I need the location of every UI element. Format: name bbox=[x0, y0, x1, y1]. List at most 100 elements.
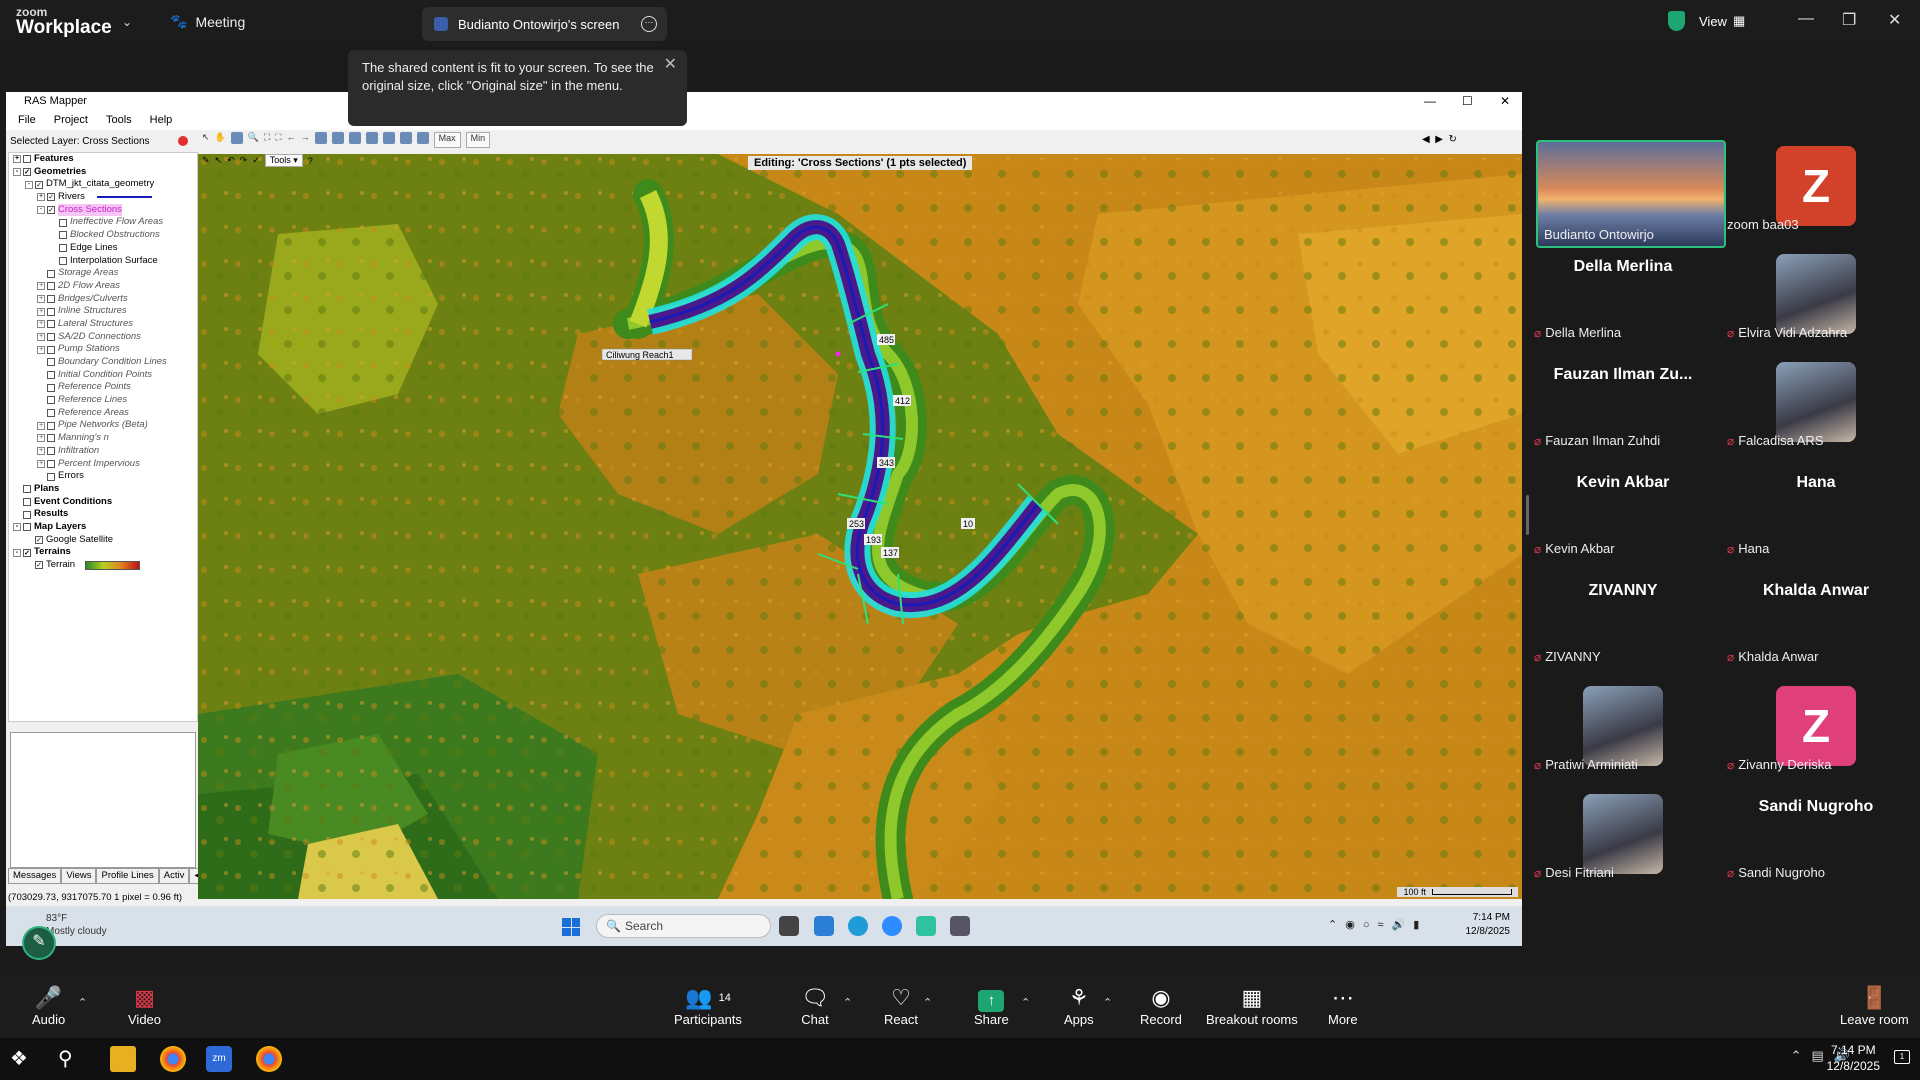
layer-checkbox[interactable] bbox=[23, 523, 31, 532]
layer-checkbox[interactable] bbox=[23, 497, 31, 506]
ras-app-icon[interactable] bbox=[950, 916, 970, 936]
expand-toggle-icon[interactable]: + bbox=[37, 345, 45, 354]
layer-checkbox[interactable] bbox=[47, 409, 55, 418]
layer-checkbox[interactable] bbox=[59, 256, 67, 265]
layer-checkbox[interactable] bbox=[47, 434, 55, 443]
chrome-profile-icon[interactable] bbox=[256, 1046, 282, 1072]
menu-tools[interactable]: Tools bbox=[106, 110, 132, 130]
layer-checkbox[interactable] bbox=[47, 371, 55, 380]
react-caret-icon[interactable]: ⌃ bbox=[923, 996, 932, 1009]
tooltip-close-icon[interactable]: ✕ bbox=[664, 56, 677, 74]
ras-close-icon[interactable]: ✕ bbox=[1500, 92, 1510, 110]
min-button[interactable]: Min bbox=[465, 132, 491, 148]
audio-caret-icon[interactable]: ⌃ bbox=[78, 996, 87, 1009]
expand-toggle-icon[interactable]: + bbox=[37, 193, 45, 202]
meet-icon[interactable] bbox=[916, 916, 936, 936]
annotate-pen-button[interactable]: ✎ bbox=[22, 926, 56, 960]
expand-toggle-icon[interactable]: - bbox=[37, 206, 45, 215]
audio-button[interactable]: 🎤 Audio bbox=[32, 984, 65, 1027]
zoom-icon[interactable]: 🔍 bbox=[248, 132, 259, 148]
zoom-taskbar-icon[interactable]: zm bbox=[206, 1046, 232, 1072]
layer-tree-item[interactable]: Plans bbox=[9, 483, 197, 496]
expand-toggle-icon[interactable]: + bbox=[37, 421, 45, 430]
task-view-icon[interactable] bbox=[779, 916, 799, 936]
forward-icon[interactable]: → bbox=[301, 132, 310, 148]
layer-tree-item[interactable]: - ✓ Geometries bbox=[9, 166, 197, 179]
layer-checkbox[interactable] bbox=[47, 320, 55, 329]
video-button[interactable]: ▩ Video bbox=[128, 984, 161, 1027]
layer-checkbox[interactable]: ✓ bbox=[23, 168, 31, 177]
select-icon[interactable]: ↖ bbox=[215, 155, 223, 166]
ras-maximize-icon[interactable]: ☐ bbox=[1462, 92, 1473, 110]
share-button[interactable]: ↑ Share bbox=[974, 984, 1009, 1027]
meeting-tab[interactable]: 🐾 Meeting bbox=[170, 13, 245, 30]
expand-toggle-icon[interactable]: + bbox=[37, 282, 45, 291]
layer-tree-item[interactable]: + SA/2D Connections bbox=[9, 331, 197, 344]
menu-project[interactable]: Project bbox=[54, 110, 88, 130]
grid-icon[interactable] bbox=[348, 132, 361, 144]
layer-checkbox[interactable] bbox=[47, 282, 55, 291]
expand-toggle-icon[interactable]: - bbox=[25, 180, 33, 189]
participant-tile[interactable]: Della Merlina ⌀ Della Merlina bbox=[1528, 244, 1718, 344]
close-icon[interactable]: ✕ bbox=[1888, 10, 1901, 30]
leave-room-button[interactable]: 🚪 Leave room bbox=[1840, 984, 1909, 1027]
participant-tile[interactable]: Kevin Akbar ⌀ Kevin Akbar bbox=[1528, 460, 1718, 560]
layer-checkbox[interactable] bbox=[59, 231, 67, 240]
redo-icon[interactable]: ↷ bbox=[240, 155, 248, 166]
view-button[interactable]: View ▦ bbox=[1668, 11, 1745, 31]
layer-tree-item[interactable]: Ineffective Flow Areas bbox=[9, 216, 197, 229]
layer-checkbox[interactable]: ✓ bbox=[35, 535, 43, 544]
breakout-rooms-button[interactable]: ▦ Breakout rooms bbox=[1206, 984, 1298, 1027]
participant-tile[interactable]: Zzoom baa03 bbox=[1721, 136, 1911, 236]
selected-point[interactable] bbox=[835, 351, 841, 357]
pointer-icon[interactable]: ↖ bbox=[202, 132, 210, 148]
layer-tree-item[interactable]: + Pipe Networks (Beta) bbox=[9, 419, 197, 432]
layer-checkbox[interactable] bbox=[59, 244, 67, 253]
windows-start-icon[interactable] bbox=[562, 918, 580, 936]
minimize-icon[interactable]: — bbox=[1798, 10, 1814, 28]
layer-tree-item[interactable]: + Bridges/Culverts bbox=[9, 293, 197, 306]
layer-checkbox[interactable] bbox=[47, 396, 55, 405]
layer-tree-item[interactable]: Initial Condition Points bbox=[9, 369, 197, 382]
expand-toggle-icon[interactable]: - bbox=[13, 168, 21, 177]
chevron-down-icon[interactable]: ⌄ bbox=[122, 15, 132, 29]
edit-pen-icon[interactable]: ✎ bbox=[202, 155, 210, 166]
participant-tile[interactable]: ⌀ Elvira Vidi Adzahra bbox=[1721, 244, 1911, 344]
animation-controls[interactable]: ◀ ▶ ↻ bbox=[1422, 134, 1457, 145]
tab-profile-lines[interactable]: Profile Lines bbox=[96, 868, 159, 884]
back-icon[interactable]: ← bbox=[287, 132, 296, 148]
taskbar-search[interactable]: 🔍 Search bbox=[596, 914, 771, 938]
layer-checkbox[interactable] bbox=[47, 345, 55, 354]
expand-toggle-icon[interactable]: - bbox=[13, 523, 21, 532]
participant-tile[interactable]: ZIVANNY ⌀ ZIVANNY bbox=[1528, 568, 1718, 668]
participant-tile[interactable]: Khalda Anwar ⌀ Khalda Anwar bbox=[1721, 568, 1911, 668]
satellite-icon[interactable] bbox=[399, 132, 412, 144]
globe-icon[interactable] bbox=[230, 132, 243, 144]
zoom-app-icon[interactable] bbox=[882, 916, 902, 936]
chrome-icon[interactable] bbox=[160, 1046, 186, 1072]
menu-file[interactable]: File bbox=[18, 110, 36, 130]
measure-icon[interactable] bbox=[314, 132, 327, 144]
tab-activ[interactable]: Activ bbox=[158, 868, 190, 884]
participant-tile[interactable]: ⌀ Desi Fitriani bbox=[1528, 784, 1718, 884]
layer-tree-item[interactable]: - Map Layers bbox=[9, 521, 197, 534]
participant-tile[interactable]: Sandi Nugroho ⌀ Sandi Nugroho bbox=[1721, 784, 1911, 884]
notification-icon[interactable]: 1 bbox=[1894, 1050, 1910, 1064]
layer-checkbox[interactable]: ✓ bbox=[47, 193, 55, 202]
stop-edit-icon[interactable] bbox=[178, 136, 188, 146]
layer-checkbox[interactable] bbox=[47, 307, 55, 316]
layer-checkbox[interactable] bbox=[47, 472, 55, 481]
layer-tree-item[interactable]: + Pump Stations bbox=[9, 343, 197, 356]
restore-icon[interactable]: ❐ bbox=[1842, 10, 1856, 30]
layer-checkbox[interactable] bbox=[47, 383, 55, 392]
expand-toggle-icon[interactable]: + bbox=[37, 447, 45, 456]
layer-tree-item[interactable]: Boundary Condition Lines bbox=[9, 356, 197, 369]
layer-tree-item[interactable]: + Inline Structures bbox=[9, 305, 197, 318]
start-icon[interactable]: ❖ bbox=[10, 1046, 36, 1072]
layer-tree-item[interactable]: + Features bbox=[9, 153, 197, 166]
layer-checkbox[interactable] bbox=[47, 294, 55, 303]
react-button[interactable]: ♡ React bbox=[884, 984, 918, 1027]
layer-tree-item[interactable]: + Percent Impervious bbox=[9, 458, 197, 471]
layer-checkbox[interactable] bbox=[47, 358, 55, 367]
chat-button[interactable]: 🗨 Chat bbox=[801, 984, 829, 1027]
